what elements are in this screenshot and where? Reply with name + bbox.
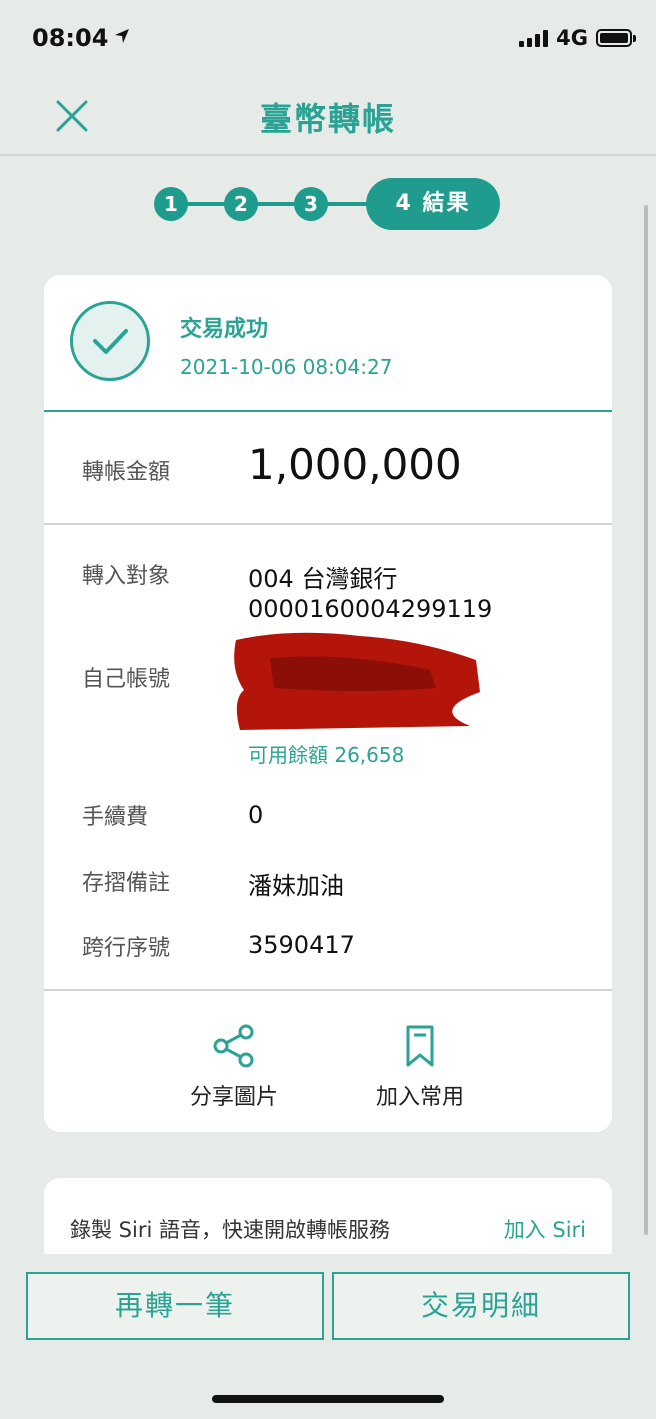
- available-balance: 可用餘額 26,658: [248, 743, 405, 767]
- step-3: 3: [294, 187, 328, 221]
- fee-value: 0: [248, 801, 264, 829]
- transfer-again-button[interactable]: 再轉一筆: [26, 1272, 324, 1340]
- share-image-button[interactable]: 分享圖片: [174, 1023, 294, 1111]
- redaction-mark: [234, 632, 480, 730]
- transaction-details-button[interactable]: 交易明細: [332, 1272, 630, 1340]
- memo-value: 潘妹加油: [248, 872, 344, 900]
- battery-icon: [596, 29, 636, 47]
- fee-label: 手續費: [82, 805, 149, 830]
- interbank-number: 3590417: [248, 931, 355, 959]
- recipient-label: 轉入對象: [82, 564, 171, 589]
- scrollbar[interactable]: [644, 205, 648, 1235]
- success-title: 交易成功: [180, 317, 269, 342]
- amount-value: 1,000,000: [248, 440, 462, 489]
- status-time: 08:04: [32, 24, 109, 52]
- add-siri-link[interactable]: 加入 Siri: [504, 1214, 586, 1244]
- status-indicators: 4G: [519, 26, 636, 50]
- network-type: 4G: [556, 26, 588, 50]
- signal-icon: [519, 29, 549, 47]
- interbank-label: 跨行序號: [82, 936, 171, 961]
- success-header: 交易成功 2021-10-06 08:04:27: [44, 275, 612, 412]
- memo-label: 存摺備註: [82, 871, 171, 896]
- add-favorite-button[interactable]: 加入常用: [360, 1023, 480, 1111]
- share-image-label: 分享圖片: [189, 1085, 278, 1110]
- nav-bar: 臺幣轉帳: [0, 80, 656, 156]
- siri-card: 錄製 Siri 語音，快速開啟轉帳服務 加入 Siri: [44, 1178, 612, 1258]
- progress-stepper: 1 2 3 4 結果: [154, 178, 504, 230]
- step-1: 1: [154, 187, 188, 221]
- page-title: 臺幣轉帳: [259, 100, 396, 138]
- location-arrow-icon: [115, 29, 129, 43]
- stepper-line: [171, 202, 381, 206]
- step-4-active: 4 結果: [366, 178, 500, 230]
- share-icon: [213, 1024, 254, 1068]
- bottom-bar: 再轉一筆 交易明細: [0, 1254, 656, 1419]
- bookmark-icon: [406, 1025, 434, 1067]
- amount-row: 轉帳金額 1,000,000: [44, 412, 612, 525]
- siri-text: 錄製 Siri 語音，快速開啟轉帳服務: [70, 1218, 390, 1242]
- actions-divider: [44, 989, 612, 991]
- add-favorite-label: 加入常用: [375, 1085, 464, 1110]
- step-2: 2: [224, 187, 258, 221]
- result-card: 交易成功 2021-10-06 08:04:27 轉帳金額 1,000,000 …: [44, 275, 612, 1132]
- own-account-label: 自己帳號: [82, 667, 171, 692]
- success-check-icon: [70, 301, 150, 381]
- transaction-datetime: 2021-10-06 08:04:27: [180, 355, 393, 379]
- home-indicator: [212, 1395, 444, 1403]
- recipient-bank: 004 台灣銀行: [248, 565, 398, 593]
- amount-label: 轉帳金額: [82, 460, 171, 485]
- status-bar: 08:04 4G: [0, 0, 656, 80]
- recipient-account: 0000160004299119: [248, 595, 493, 623]
